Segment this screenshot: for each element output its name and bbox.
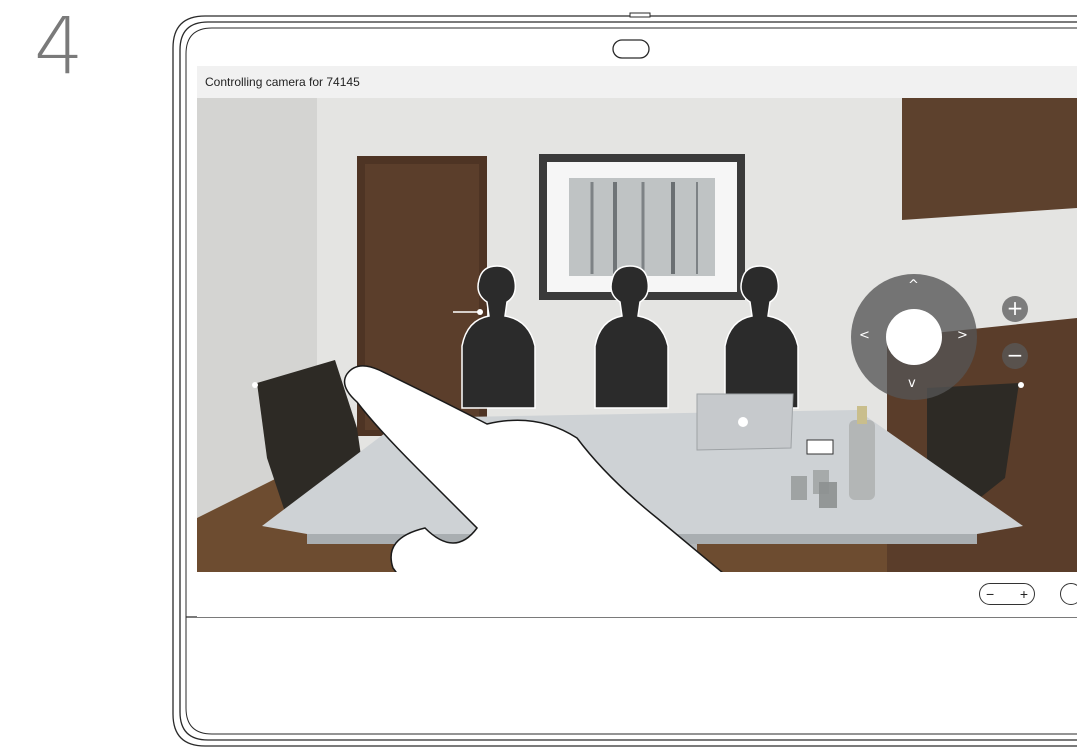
volume-up-button[interactable]: + <box>1020 586 1028 602</box>
call-status-bar: Controlling camera for 74145 <box>197 66 1077 99</box>
bottom-control-bar: − + <box>197 572 1077 617</box>
volume-down-button[interactable]: − <box>986 586 994 602</box>
volume-control[interactable]: − + <box>979 583 1035 605</box>
camera-ptz-control[interactable]: ^ v < > <box>849 272 979 402</box>
status-text: Controlling camera for 74145 <box>205 75 360 89</box>
remote-video-feed[interactable]: ^ v < > + − <box>197 98 1077 572</box>
zoom-out-button[interactable]: − <box>1002 343 1028 369</box>
pan-up-button[interactable]: ^ <box>908 278 919 293</box>
camera-sensor-icon <box>612 39 650 59</box>
pan-down-button[interactable]: v <box>908 376 916 391</box>
pan-left-button[interactable]: < <box>859 328 870 343</box>
apple-logo-icon <box>738 417 748 427</box>
zoom-in-button[interactable]: + <box>1002 296 1028 322</box>
more-button[interactable] <box>1060 583 1077 605</box>
pan-right-button[interactable]: > <box>957 328 968 343</box>
